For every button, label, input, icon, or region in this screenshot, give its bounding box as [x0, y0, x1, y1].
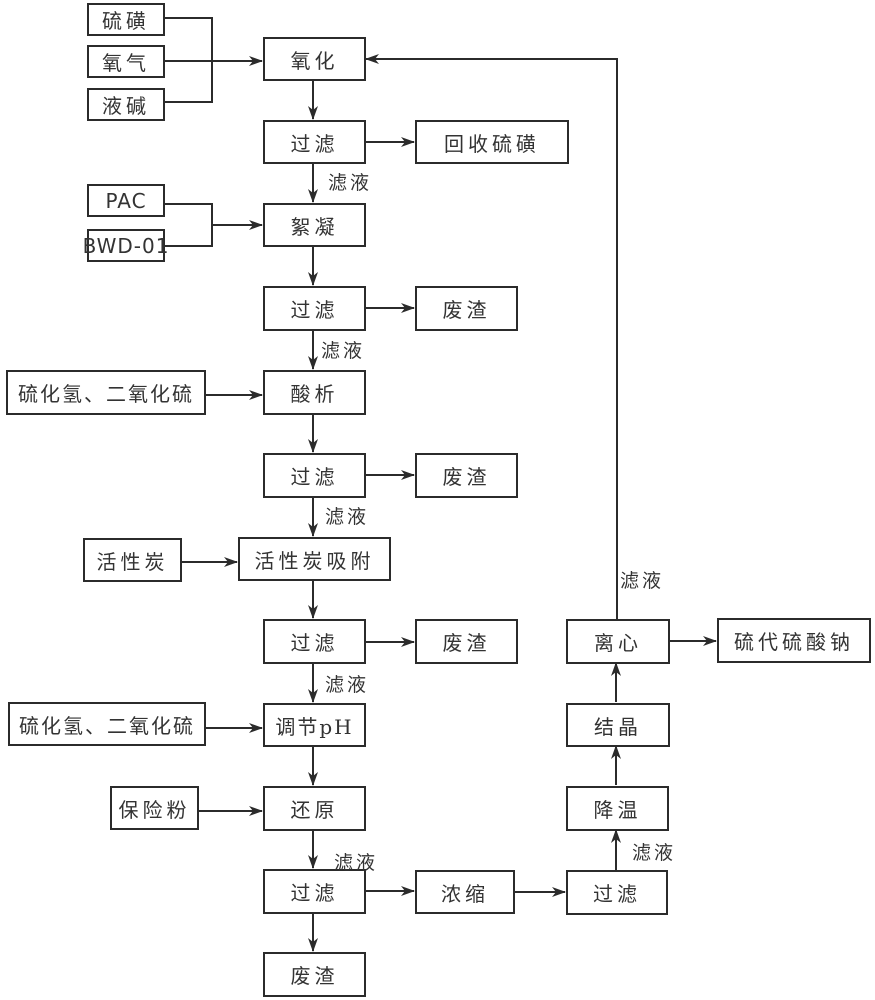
input-activated-carbon: 活性炭: [83, 538, 182, 582]
input-liquid-alkali: 液碱: [87, 88, 165, 121]
label-filtrate-3: 滤液: [325, 506, 370, 528]
input-sodium-hydrosulfite: 保险粉: [110, 786, 199, 830]
step-cooling: 降温: [566, 786, 669, 831]
step-carbon-adsorption: 活性炭吸附: [238, 537, 391, 581]
product-sodium-thiosulfate: 硫代硫酸钠: [717, 618, 871, 663]
output-recover-sulfur: 回收硫磺: [415, 120, 569, 164]
step-flocculation: 絮凝: [263, 203, 366, 247]
step-centrifuge: 离心: [566, 619, 670, 664]
step-reduction: 还原: [263, 786, 366, 831]
input-pac: PAC: [87, 184, 165, 217]
step-filter-4: 过滤: [263, 619, 366, 664]
label-filtrate-6: 滤液: [334, 852, 379, 874]
step-adjust-ph: 调节pH: [263, 703, 366, 747]
step-acidification: 酸析: [263, 370, 366, 415]
label-filtrate-1: 滤液: [328, 172, 373, 194]
label-filtrate-2: 滤液: [321, 340, 366, 362]
step-filter-3: 过滤: [263, 453, 366, 498]
label-filtrate-5: 滤液: [620, 570, 665, 592]
step-filter-5: 过滤: [263, 869, 366, 914]
step-oxidation: 氧化: [263, 37, 366, 81]
input-acid-gas-2: 硫化氢、二氧化硫: [8, 702, 206, 746]
connector-pac-bwd-bus: [164, 203, 213, 247]
output-waste-2: 废渣: [415, 453, 518, 498]
step-filter-6: 过滤: [566, 870, 668, 915]
step-filter-2: 过滤: [263, 286, 366, 331]
label-filtrate-7: 滤液: [632, 842, 677, 864]
step-filter-1: 过滤: [263, 120, 366, 164]
step-concentration: 浓缩: [415, 870, 515, 914]
input-sulfur: 硫磺: [87, 3, 165, 36]
output-waste-1: 废渣: [415, 286, 518, 331]
input-acid-gas-1: 硫化氢、二氧化硫: [6, 370, 206, 415]
label-filtrate-4: 滤液: [325, 674, 370, 696]
step-crystallization: 结晶: [566, 703, 670, 747]
process-flowchart: 硫磺 氧气 液碱 PAC BWD-01 硫化氢、二氧化硫 活性炭 硫化氢、二氧化…: [0, 0, 875, 1000]
output-waste-3: 废渣: [415, 619, 518, 664]
input-bwd01: BWD-01: [83, 229, 168, 262]
output-waste-4: 废渣: [263, 952, 366, 997]
input-oxygen: 氧气: [87, 45, 165, 78]
